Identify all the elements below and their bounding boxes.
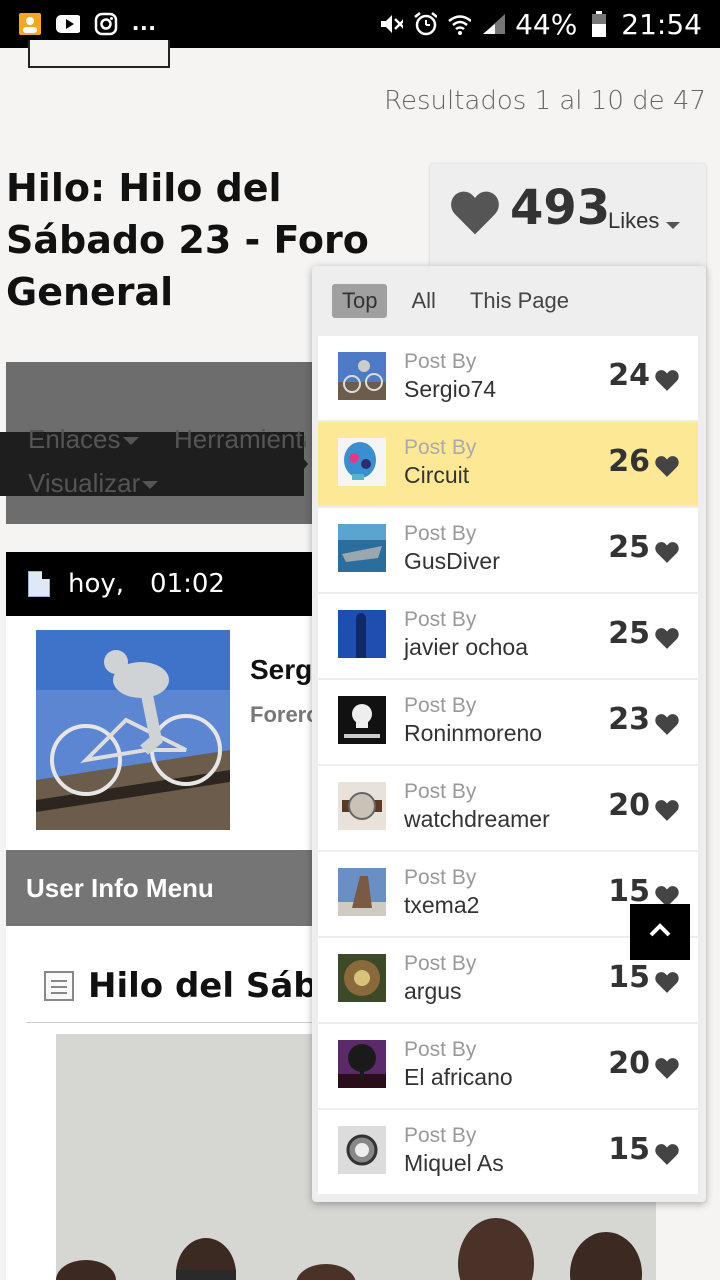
likes-summary[interactable]: 493 Likes [430,164,706,274]
like-count: 24 [608,358,650,393]
results-count: Resultados 1 al 10 de 47 [384,86,706,116]
chevron-down-icon[interactable] [666,222,680,229]
list-item[interactable]: Post By GusDiver 25 [318,508,698,592]
list-item[interactable]: Post By Roninmoreno 23 [318,680,698,764]
display-menu[interactable]: Visualizar [28,468,159,499]
battery-percent: 44% [515,7,578,41]
like-username[interactable]: javier ochoa [404,634,528,661]
chevron-down-icon [122,437,139,446]
tools-menu[interactable]: Herramientas [174,424,306,455]
like-count: 26 [608,444,650,479]
post-by-label: Post By [404,1038,477,1061]
like-username[interactable]: txema2 [404,892,479,919]
avatar [338,524,386,572]
alarm-icon [413,12,438,36]
likes-dropdown: Top All This Page Post By Sergio74 24 Po… [312,266,706,1202]
tab-all[interactable]: All [401,284,445,318]
like-username[interactable]: GusDiver [404,548,500,575]
tab-this-page[interactable]: This Page [460,284,579,318]
contact-notification-icon [18,12,42,36]
heart-icon [654,368,680,397]
avatar [338,868,386,916]
like-count: 25 [608,616,650,651]
avatar [338,438,386,486]
scroll-to-top-button[interactable] [630,904,690,960]
list-item[interactable]: Post By Sergio74 24 [318,336,698,420]
mute-icon [379,12,404,36]
instagram-icon [94,12,118,36]
heart-icon [654,712,680,741]
like-count: 15 [608,1132,650,1167]
post-by-label: Post By [404,952,477,975]
list-item[interactable]: Post By watchdreamer 20 [318,766,698,850]
post-by-label: Post By [404,436,477,459]
poster-name[interactable]: Serg [250,654,312,686]
like-count: 15 [608,960,650,995]
avatar [338,1040,386,1088]
avatar[interactable] [36,630,230,830]
avatar [338,954,386,1002]
post-by-label: Post By [404,1124,477,1147]
list-item[interactable]: Post By El africano 20 [318,1024,698,1108]
list-item[interactable]: Post By Circuit 26 [318,422,698,506]
heart-icon [654,1056,680,1085]
toolbar-pointer [298,452,308,476]
like-username[interactable]: Miquel As [404,1150,504,1177]
likes-tabs: Top All This Page [332,284,579,318]
heart-icon [654,1142,680,1171]
like-username[interactable]: watchdreamer [404,806,550,833]
post-by-label: Post By [404,780,477,803]
divider [26,1022,326,1023]
signal-icon [481,12,506,36]
heart-icon [654,540,680,569]
post-by-label: Post By [404,522,477,545]
document-icon [28,571,50,597]
post-by-label: Post By [404,694,477,717]
last-page-button[interactable] [28,40,170,68]
heart-icon [448,186,502,245]
like-count: 20 [608,1046,650,1081]
likes-label: Likes [608,208,660,233]
heart-icon [654,798,680,827]
avatar [338,610,386,658]
like-count: 23 [608,702,650,737]
battery-icon [587,11,611,37]
list-item[interactable]: Post By Miquel As 15 [318,1110,698,1194]
like-username[interactable]: Circuit [404,462,469,489]
like-username[interactable]: Roninmoreno [404,720,542,747]
wifi-icon [447,12,472,36]
links-menu[interactable]: Enlaces [28,424,139,455]
youtube-icon [56,12,80,36]
post-by-label: Post By [404,350,477,373]
heart-icon [654,626,680,655]
chevron-down-icon [142,481,159,490]
likes-total: 493 [510,180,611,236]
poster-rank: Forero [250,702,320,727]
user-info-menu[interactable]: User Info Menu [6,850,316,926]
chevron-up-icon [648,922,672,943]
post-time: 01:02 [150,569,225,599]
post-date: hoy, [68,569,125,599]
avatar [338,696,386,744]
like-username[interactable]: argus [404,978,462,1005]
likes-list: Post By Sergio74 24 Post By Circuit 26 P… [318,336,698,1196]
post-by-label: Post By [404,866,477,889]
tab-top[interactable]: Top [332,284,388,318]
clock: 21:54 [621,7,702,41]
note-icon [44,971,74,1001]
more-notifications: ... [132,6,157,36]
avatar [338,782,386,830]
post-header: hoy, 01:02 [6,552,316,616]
heart-icon [654,454,680,483]
heart-icon [654,970,680,999]
like-username[interactable]: El africano [404,1064,513,1091]
avatar [338,352,386,400]
like-count: 20 [608,788,650,823]
post-by-label: Post By [404,608,477,631]
avatar [338,1126,386,1174]
like-username[interactable]: Sergio74 [404,376,496,403]
like-count: 25 [608,530,650,565]
list-item[interactable]: Post By javier ochoa 25 [318,594,698,678]
